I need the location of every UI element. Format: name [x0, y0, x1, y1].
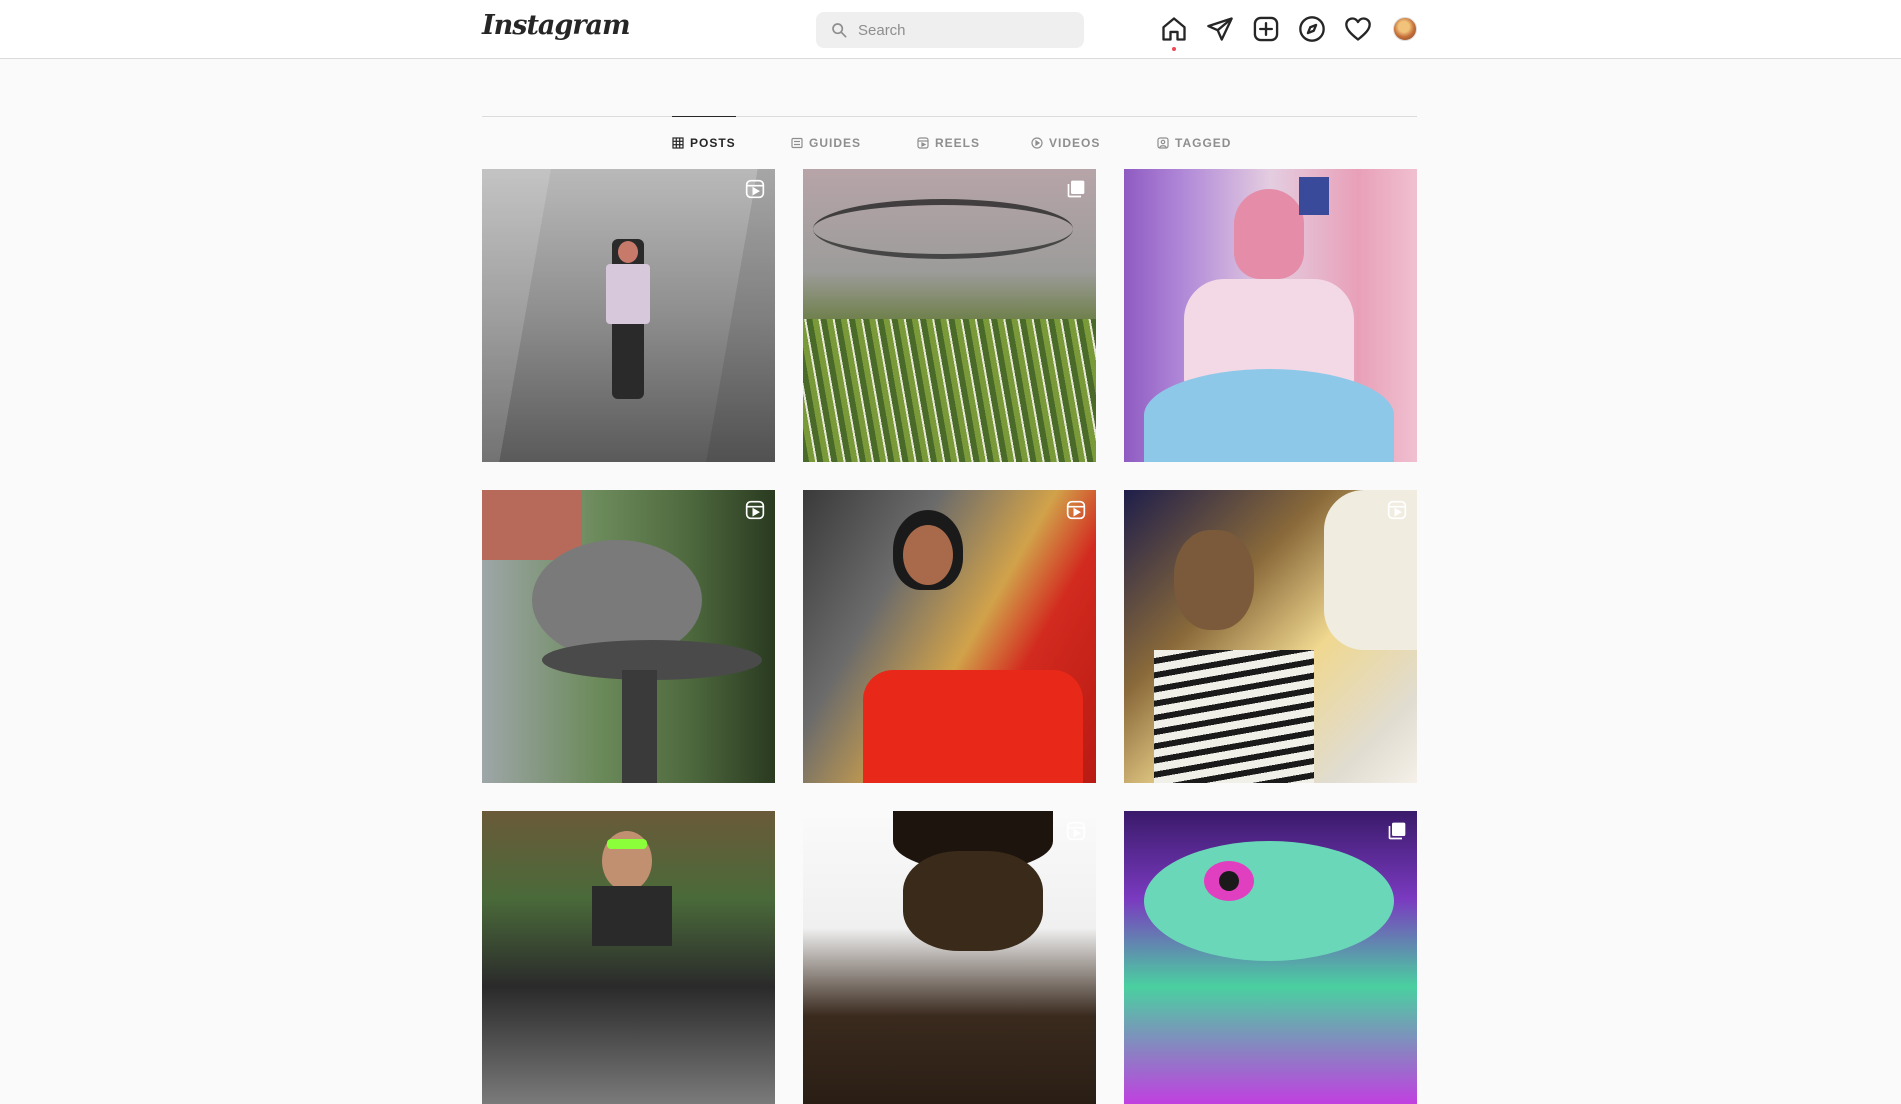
- activity-heart-icon[interactable]: [1344, 15, 1372, 43]
- top-navigation-bar: Instagram: [0, 0, 1901, 59]
- carousel-icon: [1066, 179, 1086, 199]
- grid-icon: [672, 137, 684, 149]
- post-thumbnail[interactable]: [1124, 169, 1417, 462]
- reel-icon: [745, 500, 765, 520]
- post-thumbnail[interactable]: [482, 811, 775, 1104]
- instagram-logo[interactable]: Instagram: [482, 10, 631, 41]
- new-post-icon[interactable]: [1252, 15, 1280, 43]
- tab-tagged[interactable]: TAGGED: [1157, 116, 1231, 169]
- post-thumbnail[interactable]: [482, 169, 775, 462]
- reel-icon: [1066, 821, 1086, 841]
- tab-label: TAGGED: [1175, 135, 1232, 150]
- search-input[interactable]: [858, 12, 1078, 48]
- tab-label: REELS: [935, 135, 981, 150]
- notification-dot: [1172, 47, 1176, 51]
- post-thumbnail[interactable]: [803, 490, 1096, 783]
- post-thumbnail[interactable]: [1124, 811, 1417, 1104]
- home-icon[interactable]: [1160, 15, 1188, 43]
- reel-icon: [1387, 500, 1407, 520]
- tab-guides[interactable]: GUIDES: [791, 116, 861, 169]
- tagged-icon: [1157, 136, 1169, 149]
- direct-message-icon[interactable]: [1206, 15, 1234, 43]
- reel-icon: [745, 179, 765, 199]
- post-thumbnail[interactable]: [482, 490, 775, 783]
- tab-videos[interactable]: VIDEOS: [1031, 116, 1100, 169]
- reels-icon: [917, 136, 929, 149]
- post-thumbnail[interactable]: [803, 169, 1096, 462]
- reel-icon: [1066, 500, 1086, 520]
- tab-label: POSTS: [690, 136, 736, 150]
- guides-icon: [791, 137, 803, 148]
- search-box[interactable]: [816, 12, 1084, 48]
- search-icon: [832, 23, 847, 38]
- tab-reels[interactable]: REELS: [917, 116, 980, 169]
- video-icon: [1031, 136, 1043, 149]
- explore-icon[interactable]: [1298, 15, 1326, 43]
- profile-avatar[interactable]: [1393, 17, 1417, 41]
- post-thumbnail[interactable]: [803, 811, 1096, 1104]
- post-thumbnail[interactable]: [1124, 490, 1417, 783]
- carousel-icon: [1387, 821, 1407, 841]
- tab-posts[interactable]: POSTS: [672, 116, 736, 169]
- tab-label: GUIDES: [809, 135, 862, 150]
- tab-label: VIDEOS: [1049, 135, 1101, 150]
